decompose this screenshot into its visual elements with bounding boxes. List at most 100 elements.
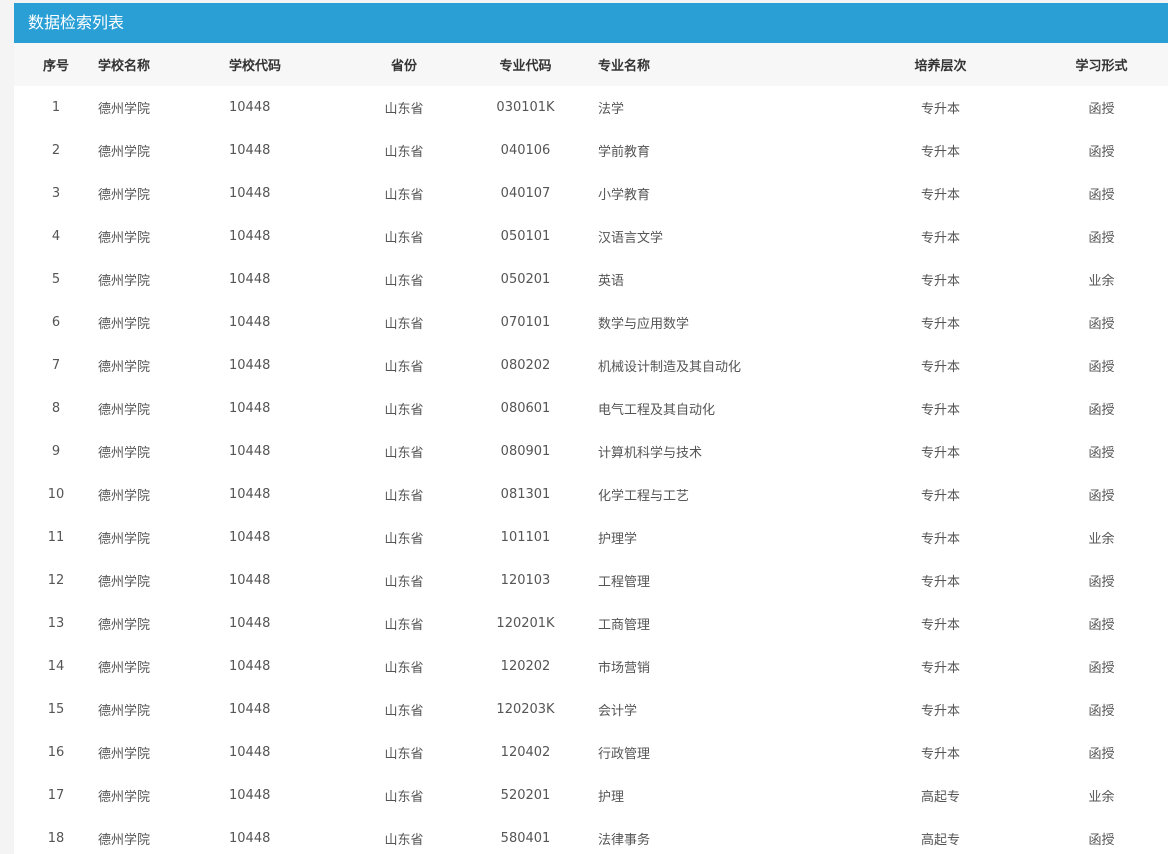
col-header-level: 培养层次 (914, 59, 967, 74)
cell-school-code: 10448 (229, 186, 271, 201)
cell-school-code: 10448 (229, 272, 271, 287)
cell-major-name: 会计学 (598, 704, 638, 719)
cell-major-name: 工商管理 (598, 618, 651, 633)
col-header-major-name: 专业名称 (598, 59, 651, 74)
cell-study-form: 函授 (1088, 489, 1115, 504)
cell-index: 12 (47, 573, 65, 588)
cell-major-code: 030101K (496, 100, 555, 115)
cell-major-code: 081301 (500, 487, 551, 502)
cell-major-name: 机械设计制造及其自动化 (598, 360, 742, 375)
cell-school-name: 德州学院 (98, 403, 151, 418)
cell-major-name: 护理 (598, 790, 625, 805)
cell-major-code: 080601 (500, 401, 551, 416)
cell-study-form: 函授 (1088, 188, 1115, 203)
cell-school-code: 10448 (229, 831, 271, 846)
cell-school-name: 德州学院 (98, 489, 151, 504)
cell-level: 专升本 (920, 403, 960, 418)
cell-level: 专升本 (920, 446, 960, 461)
cell-province: 山东省 (384, 489, 424, 504)
cell-province: 山东省 (384, 747, 424, 762)
cell-study-form: 函授 (1088, 833, 1115, 848)
table-header-row: 序号 学校名称 学校代码 省份 专业代码 专业名称 培养层次 学习形式 (14, 43, 1168, 86)
cell-province: 山东省 (384, 403, 424, 418)
cell-school-name: 德州学院 (98, 661, 151, 676)
cell-level: 高起专 (920, 790, 960, 805)
cell-major-code: 120202 (500, 659, 551, 674)
cell-school-code: 10448 (229, 143, 271, 158)
cell-major-code: 050101 (500, 229, 551, 244)
cell-school-name: 德州学院 (98, 317, 151, 332)
cell-index: 9 (51, 444, 61, 459)
table-row: 15 德州学院 10448 山东省 120203K 会计学 专升本 函授 (14, 688, 1168, 731)
cell-school-code: 10448 (229, 788, 271, 803)
cell-school-code: 10448 (229, 358, 271, 373)
cell-school-code: 10448 (229, 100, 271, 115)
col-header-province: 省份 (390, 59, 417, 74)
cell-index: 11 (47, 530, 65, 545)
cell-major-name: 英语 (598, 274, 625, 289)
table-row: 11 德州学院 10448 山东省 101101 护理学 专升本 业余 (14, 516, 1168, 559)
table-row: 5 德州学院 10448 山东省 050201 英语 专升本 业余 (14, 258, 1168, 301)
data-list-panel: 数据检索列表 序号 学校名称 学校代码 省份 专业代码 专业名称 培养层次 学习… (14, 3, 1168, 854)
cell-level: 专升本 (920, 489, 960, 504)
cell-school-code: 10448 (229, 616, 271, 631)
cell-study-form: 函授 (1088, 446, 1115, 461)
cell-level: 专升本 (920, 274, 960, 289)
cell-major-code: 070101 (500, 315, 551, 330)
cell-level: 专升本 (920, 145, 960, 160)
cell-major-code: 520201 (500, 788, 551, 803)
cell-index: 3 (51, 186, 61, 201)
cell-major-code: 120201K (496, 616, 555, 631)
cell-level: 高起专 (920, 833, 960, 848)
cell-level: 专升本 (920, 661, 960, 676)
cell-study-form: 函授 (1088, 360, 1115, 375)
cell-province: 山东省 (384, 188, 424, 203)
cell-study-form: 函授 (1088, 575, 1115, 590)
col-header-school-name: 学校名称 (98, 59, 151, 74)
cell-school-code: 10448 (229, 745, 271, 760)
cell-province: 山东省 (384, 317, 424, 332)
cell-province: 山东省 (384, 145, 424, 160)
table-body: 1 德州学院 10448 山东省 030101K 法学 专升本 函授 2 德州学院 10448 山东省… (14, 86, 1168, 854)
cell-school-code: 10448 (229, 659, 271, 674)
cell-study-form: 函授 (1088, 747, 1115, 762)
cell-index: 4 (51, 229, 61, 244)
col-header-school-code: 学校代码 (229, 59, 282, 74)
cell-province: 山东省 (384, 833, 424, 848)
cell-major-code: 040106 (500, 143, 551, 158)
cell-level: 专升本 (920, 704, 960, 719)
table-row: 3 德州学院 10448 山东省 040107 小学教育 专升本 函授 (14, 172, 1168, 215)
cell-school-name: 德州学院 (98, 446, 151, 461)
cell-major-code: 120402 (500, 745, 551, 760)
cell-school-code: 10448 (229, 401, 271, 416)
cell-province: 山东省 (384, 790, 424, 805)
table-row: 9 德州学院 10448 山东省 080901 计算机科学与技术 专升本 函授 (14, 430, 1168, 473)
table-row: 13 德州学院 10448 山东省 120201K 工商管理 专升本 函授 (14, 602, 1168, 645)
cell-school-name: 德州学院 (98, 618, 151, 633)
cell-school-name: 德州学院 (98, 145, 151, 160)
cell-school-name: 德州学院 (98, 704, 151, 719)
cell-school-name: 德州学院 (98, 747, 151, 762)
cell-study-form: 业余 (1088, 532, 1115, 547)
cell-school-code: 10448 (229, 702, 271, 717)
cell-study-form: 函授 (1088, 403, 1115, 418)
panel-title: 数据检索列表 (14, 3, 1168, 43)
cell-province: 山东省 (384, 102, 424, 117)
table-row: 6 德州学院 10448 山东省 070101 数学与应用数学 专升本 函授 (14, 301, 1168, 344)
cell-level: 专升本 (920, 360, 960, 375)
cell-index: 8 (51, 401, 61, 416)
table-row: 7 德州学院 10448 山东省 080202 机械设计制造及其自动化 专升本 函授 (14, 344, 1168, 387)
cell-index: 2 (51, 143, 61, 158)
table-row: 12 德州学院 10448 山东省 120103 工程管理 专升本 函授 (14, 559, 1168, 602)
cell-school-code: 10448 (229, 487, 271, 502)
cell-major-name: 计算机科学与技术 (598, 446, 703, 461)
col-header-index: 序号 (42, 59, 69, 74)
cell-index: 13 (47, 616, 65, 631)
cell-school-name: 德州学院 (98, 575, 151, 590)
cell-index: 18 (47, 831, 65, 846)
cell-school-code: 10448 (229, 315, 271, 330)
cell-school-name: 德州学院 (98, 532, 151, 547)
cell-study-form: 函授 (1088, 661, 1115, 676)
cell-index: 17 (47, 788, 65, 803)
cell-study-form: 函授 (1088, 145, 1115, 160)
